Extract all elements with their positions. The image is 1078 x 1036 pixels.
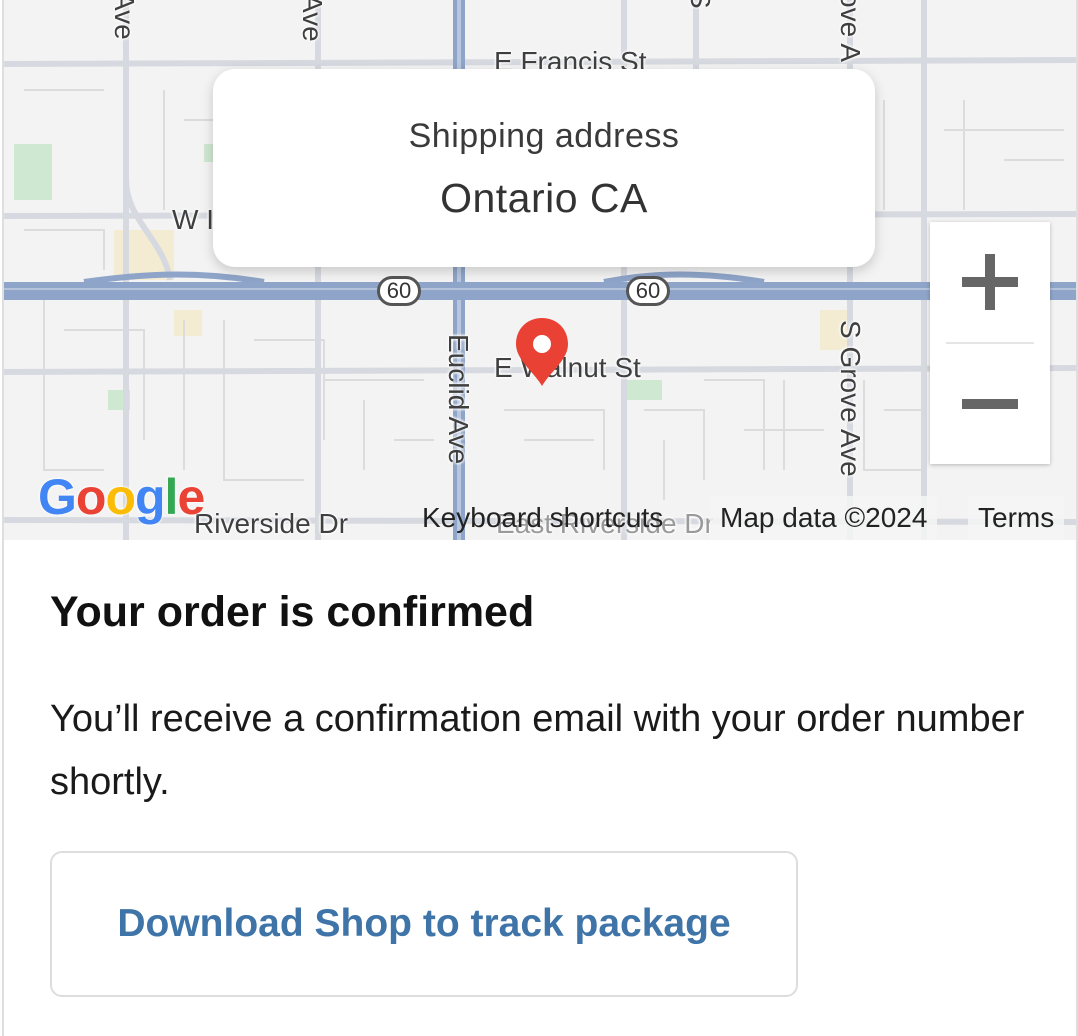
shipping-address-callout: Shipping address Ontario CA bbox=[213, 69, 875, 267]
shipping-address-label: Shipping address bbox=[408, 117, 680, 155]
highway-60-shield: 60 bbox=[626, 276, 670, 306]
order-confirmed-title: Your order is confirmed bbox=[50, 588, 535, 636]
confirmation-message: You’ll receive a confirmation email with… bbox=[50, 698, 1025, 803]
street-label-grove-top: ove A bbox=[835, 0, 866, 63]
shipping-map[interactable]: Ave Ave S ove A E Francis St W I E Walnu… bbox=[4, 0, 1076, 542]
shipping-address-value: Ontario CA bbox=[440, 175, 648, 221]
highway-60-shield: 60 bbox=[377, 276, 421, 306]
google-logo[interactable]: Google bbox=[38, 468, 205, 526]
order-status-card: Ave Ave S ove A E Francis St W I E Walnu… bbox=[2, 0, 1078, 1036]
logo-letter: G bbox=[38, 469, 77, 525]
street-label-grove: S Grove Ave bbox=[835, 320, 866, 477]
logo-letter: l bbox=[164, 469, 179, 525]
street-label-s: S bbox=[684, 0, 716, 9]
order-confirmation: Your order is confirmed You’ll receive a… bbox=[4, 540, 1076, 1036]
logo-letter: g bbox=[135, 469, 166, 525]
terms-link[interactable]: Terms bbox=[968, 496, 1065, 540]
zoom-out-button[interactable] bbox=[930, 344, 1050, 464]
zoom-in-button[interactable] bbox=[930, 222, 1050, 342]
logo-letter: e bbox=[177, 469, 205, 525]
keyboard-shortcuts-link[interactable]: Keyboard shortcuts bbox=[412, 496, 673, 540]
plus-icon bbox=[962, 254, 1018, 310]
download-shop-button-label: Download Shop to track package bbox=[117, 902, 731, 945]
download-shop-button[interactable]: Download Shop to track package bbox=[50, 851, 798, 997]
logo-letter: o bbox=[75, 469, 107, 525]
location-pin-icon[interactable] bbox=[514, 316, 570, 388]
street-label-ave-2: Ave bbox=[297, 0, 328, 42]
zoom-controls bbox=[930, 222, 1050, 464]
street-label-riverside: Riverside Dr bbox=[194, 508, 349, 539]
logo-letter: o bbox=[105, 469, 136, 525]
map-data-attribution: Map data ©2024 bbox=[710, 496, 938, 540]
minus-icon bbox=[962, 399, 1018, 409]
street-label-w-partial: W I bbox=[172, 204, 214, 235]
street-label-euclid: Euclid Ave bbox=[443, 334, 474, 465]
street-label-ave-1: Ave bbox=[109, 0, 140, 40]
